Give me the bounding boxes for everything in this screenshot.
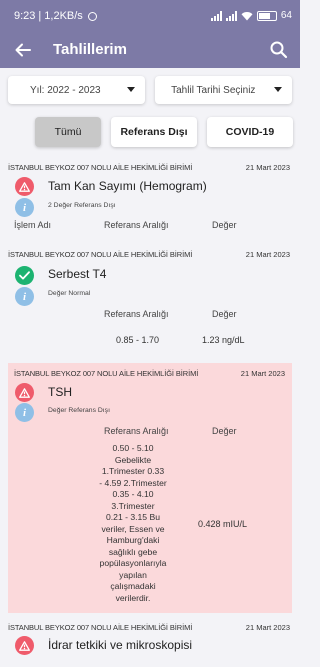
reference-range: 0.50 - 5.10 Gebelikte 1.Trimester 0.33 -…: [99, 443, 167, 603]
result-card-content: İSTANBUL BEYKOZ 007 NOLU AİLE HEKİMLİĞİ …: [0, 363, 300, 613]
tab-all[interactable]: Tümü: [35, 117, 101, 147]
result-card[interactable]: İSTANBUL BEYKOZ 007 NOLU AİLE HEKİMLİĞİ …: [0, 620, 300, 667]
date-dropdown-label: Tahlil Tarihi Seçiniz: [171, 85, 256, 96]
column-header-ref: Referans Aralığı: [104, 220, 169, 230]
result-value: 1.23 ng/dL: [202, 335, 245, 345]
signal-icon: [210, 10, 222, 21]
status-time: 9:23: [14, 10, 36, 22]
tab-out-of-range[interactable]: Referans Dışı: [111, 117, 197, 147]
column-header-name: İşlem Adı: [14, 220, 52, 230]
result-card[interactable]: İSTANBUL BEYKOZ 007 NOLU AİLE HEKİMLİĞİ …: [0, 160, 300, 238]
test-name: TSH: [48, 385, 72, 399]
reference-range: 0.85 - 1.70: [116, 335, 160, 345]
column-header-ref: Referans Aralığı: [104, 426, 169, 436]
tab-covid[interactable]: COVID-19: [207, 117, 293, 147]
column-header-ref: Referans Aralığı: [104, 309, 169, 319]
wifi-icon: [241, 11, 253, 20]
alarm-icon: [87, 11, 97, 21]
result-note: Değer Referans Dışı: [48, 407, 110, 414]
search-icon[interactable]: [268, 39, 290, 61]
result-note: Değer Normal: [48, 290, 91, 297]
arrow-left-icon[interactable]: [12, 39, 34, 61]
result-note: 2 Değer Referans Dışı: [48, 202, 116, 209]
filter-row: Yıl: 2022 - 2023 Tahlil Tarihi Seçiniz: [8, 76, 292, 104]
status-network-speed: 1,2KB/s: [44, 10, 83, 22]
tab-bar: Tümü Referans Dışı COVID-19: [35, 117, 293, 147]
institution-name: İSTANBUL BEYKOZ 007 NOLU AİLE HEKİMLİĞİ …: [14, 369, 199, 378]
result-date: 21 Mart 2023: [245, 163, 290, 172]
date-dropdown[interactable]: Tahlil Tarihi Seçiniz: [155, 76, 292, 104]
app-bar: Tahlillerim: [0, 32, 300, 68]
signal-icon-2: [225, 10, 237, 21]
institution-name: İSTANBUL BEYKOZ 007 NOLU AİLE HEKİMLİĞİ …: [8, 250, 193, 259]
page-title: Tahlillerim: [53, 41, 127, 58]
result-date: 21 Mart 2023: [240, 369, 285, 378]
column-header-value: Değer: [212, 220, 237, 230]
battery-icon: [256, 10, 277, 21]
chevron-down-icon: [274, 87, 282, 92]
result-date: 21 Mart 2023: [245, 250, 290, 259]
column-header-value: Değer: [212, 309, 237, 319]
result-value: 0.428 mIU/L: [198, 519, 248, 529]
year-dropdown-label: Yıl: 2022 - 2023: [30, 85, 101, 96]
warning-triangle-icon: [15, 383, 34, 402]
result-card[interactable]: İSTANBUL BEYKOZ 007 NOLU AİLE HEKİMLİĞİ …: [0, 247, 300, 357]
status-bar: 9:23 | 1,2KB/s 64: [0, 0, 300, 32]
test-name: İdrar tetkiki ve mikroskopisi: [48, 638, 193, 652]
info-icon[interactable]: i: [15, 287, 34, 306]
info-icon[interactable]: i: [15, 198, 34, 217]
result-date: 21 Mart 2023: [245, 623, 290, 632]
battery-level: 64: [280, 10, 292, 21]
chevron-down-icon: [127, 87, 136, 92]
test-name: Serbest T4: [48, 267, 107, 281]
test-name: Tam Kan Sayımı (Hemogram): [48, 179, 207, 193]
warning-triangle-icon: [15, 177, 34, 196]
column-header-value: Değer: [212, 426, 237, 436]
info-icon[interactable]: i: [15, 403, 34, 422]
check-icon: [15, 266, 34, 285]
institution-name: İSTANBUL BEYKOZ 007 NOLU AİLE HEKİMLİĞİ …: [8, 623, 193, 632]
institution-name: İSTANBUL BEYKOZ 007 NOLU AİLE HEKİMLİĞİ …: [8, 163, 193, 172]
warning-triangle-icon: [15, 636, 34, 655]
year-dropdown[interactable]: Yıl: 2022 - 2023: [8, 76, 146, 104]
